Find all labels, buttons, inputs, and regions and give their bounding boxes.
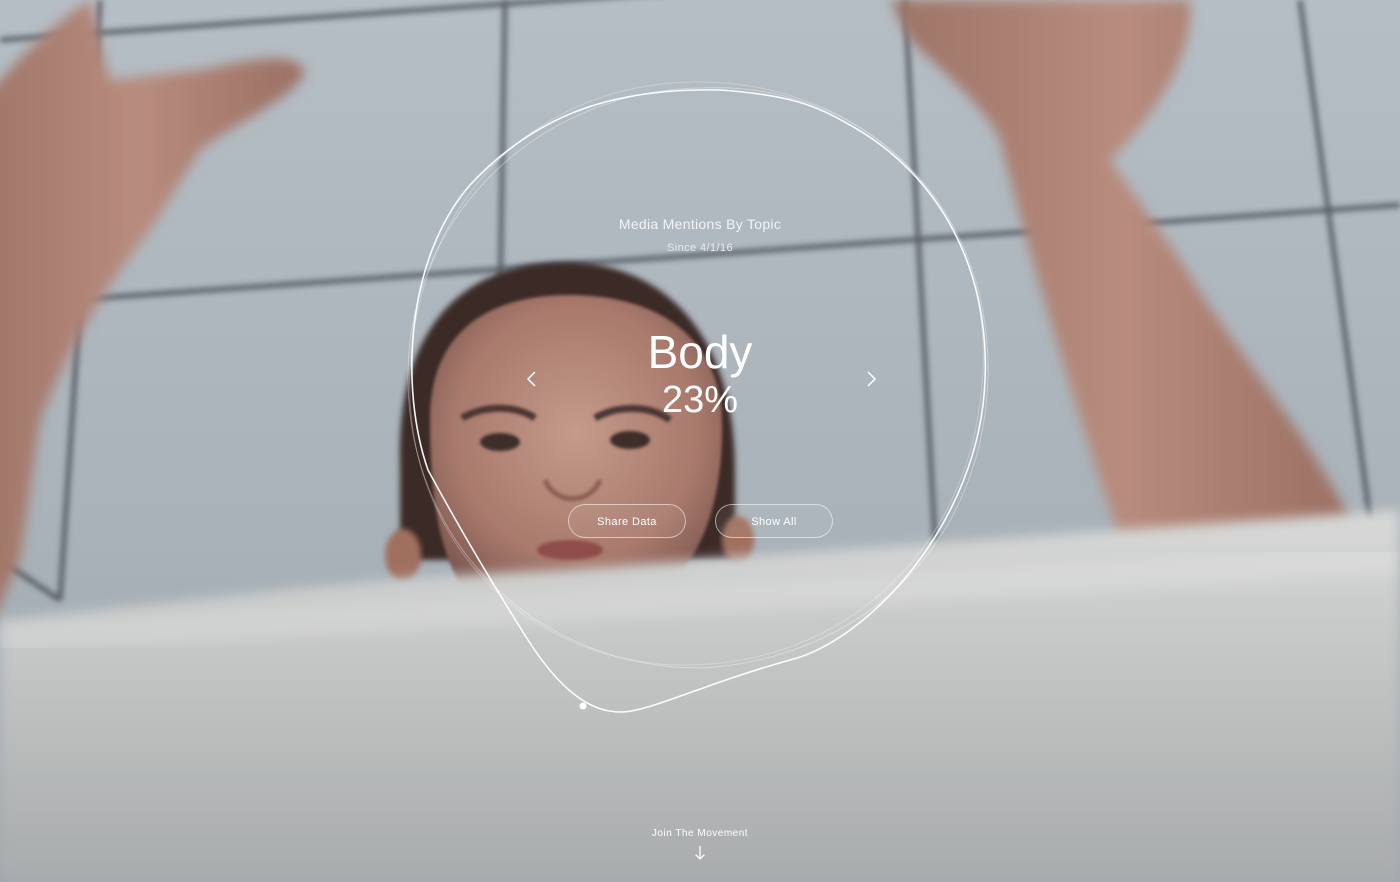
background-photo xyxy=(0,0,1400,882)
join-movement-label: Join The Movement xyxy=(651,828,749,839)
widget-title: Media Mentions By Topic xyxy=(618,216,782,232)
hero-stage: Media Mentions By Topic Since 4/1/16 Bod… xyxy=(0,0,1400,882)
show-all-button[interactable]: Show All xyxy=(715,504,833,538)
chevron-right-icon xyxy=(867,371,877,387)
join-movement-link[interactable]: Join The Movement xyxy=(600,828,800,861)
share-data-button[interactable]: Share Data xyxy=(568,504,686,538)
topic-percent: 23% xyxy=(661,379,739,421)
topic-name: Body xyxy=(647,326,753,378)
widget-subtitle: Since 4/1/16 xyxy=(667,242,733,254)
next-topic-button[interactable] xyxy=(859,367,883,391)
arrow-down-icon xyxy=(695,846,705,860)
